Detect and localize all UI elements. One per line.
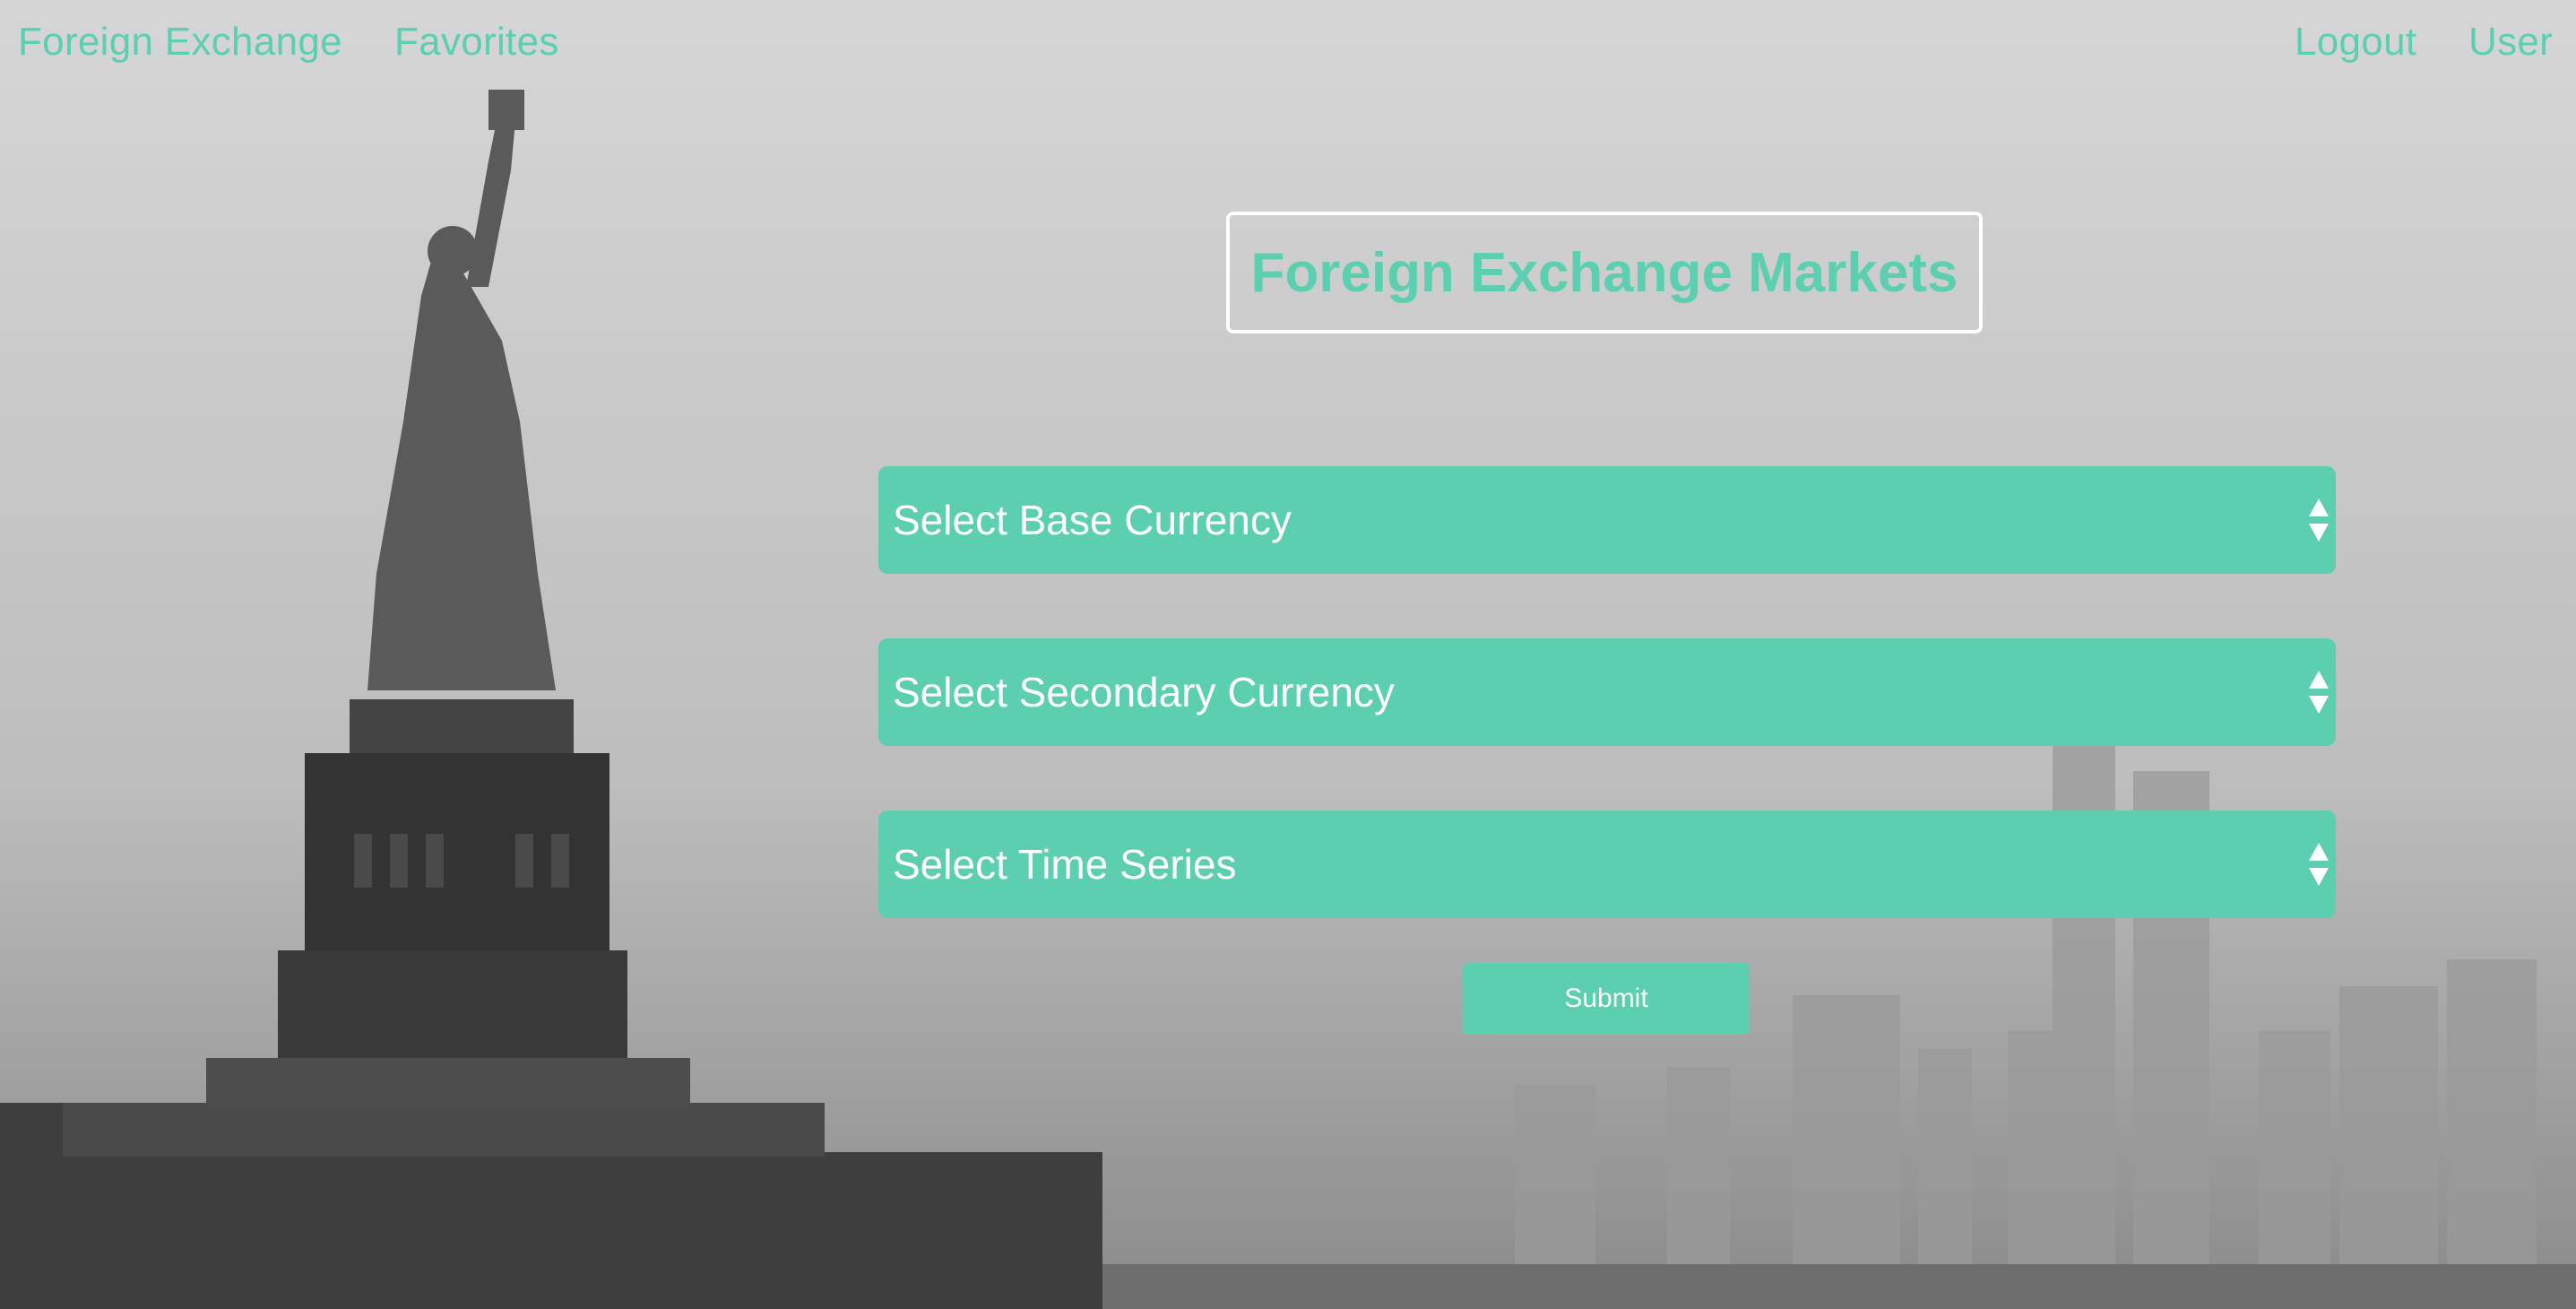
page-title: Foreign Exchange Markets — [1250, 241, 1958, 304]
submit-button[interactable]: Submit — [1463, 963, 1750, 1035]
time-series-select-label: Select Time Series — [893, 841, 1237, 888]
nav-logout-link[interactable]: Logout — [2295, 20, 2416, 65]
up-down-arrows-icon — [2309, 843, 2329, 886]
up-down-arrows-icon — [2309, 498, 2329, 542]
up-down-arrows-icon — [2309, 671, 2329, 714]
secondary-currency-select[interactable]: Select Secondary Currency — [878, 638, 2336, 746]
base-currency-select[interactable]: Select Base Currency — [878, 466, 2336, 574]
page-title-box: Foreign Exchange Markets — [1226, 212, 1983, 334]
secondary-currency-select-label: Select Secondary Currency — [893, 669, 1395, 715]
nav-brand-link[interactable]: Foreign Exchange — [18, 20, 342, 65]
time-series-select[interactable]: Select Time Series — [878, 811, 2336, 918]
nav-user-link[interactable]: User — [2468, 20, 2553, 65]
nav-favorites-link[interactable]: Favorites — [394, 20, 559, 65]
page: Foreign Exchange Favorites Logout User F… — [0, 0, 2576, 1309]
base-currency-select-label: Select Base Currency — [893, 497, 1292, 543]
